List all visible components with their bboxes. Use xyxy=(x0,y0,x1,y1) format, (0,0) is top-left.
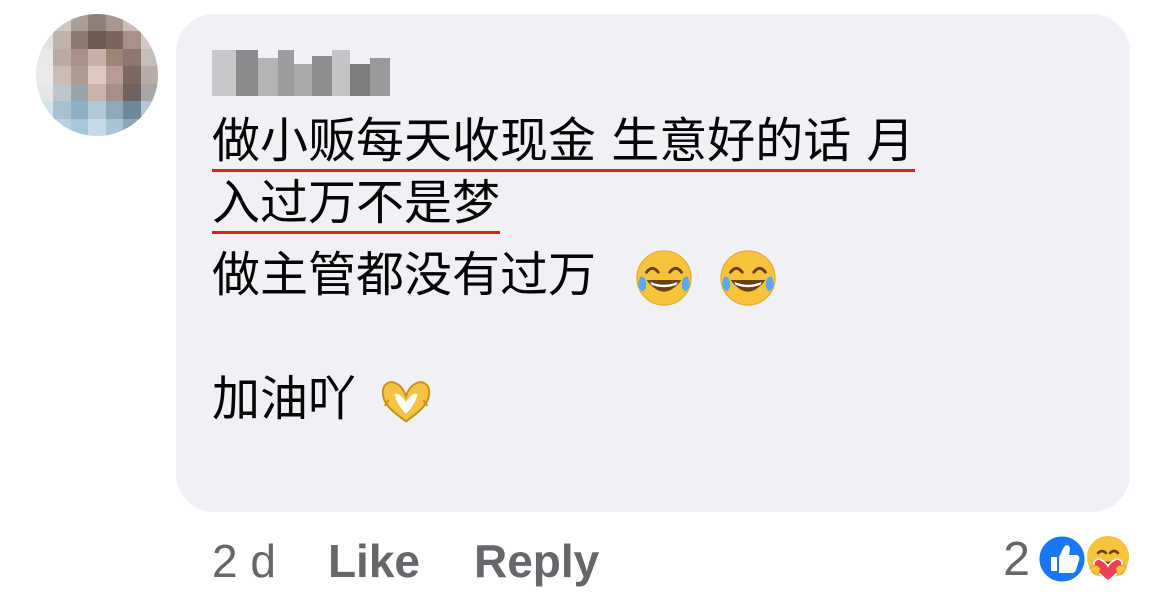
avatar-pixel xyxy=(140,14,158,33)
avatar-pixel xyxy=(123,66,142,85)
avatar-pixel xyxy=(70,48,90,68)
avatar-pixel xyxy=(53,48,72,68)
avatar-pixel xyxy=(123,31,142,50)
avatar-pixel xyxy=(140,66,158,85)
avatar-pixel xyxy=(105,83,125,103)
avatar-pixel xyxy=(36,66,55,85)
avatar-pixel xyxy=(36,83,55,103)
avatar-pixel xyxy=(53,31,72,50)
comment-line-text: 做主管都没有过万 xyxy=(212,247,597,303)
like-reaction-icon xyxy=(1036,533,1088,585)
reaction-count: 2 xyxy=(1003,532,1030,586)
avatar-pixel xyxy=(88,48,107,68)
avatar-pixel xyxy=(140,118,158,136)
joy-emoji xyxy=(633,247,695,309)
avatar-pixel xyxy=(140,48,158,68)
avatar-pixel xyxy=(105,101,125,120)
timestamp[interactable]: 2 d xyxy=(212,534,276,588)
avatar-pixel xyxy=(88,14,107,33)
avatar-pixel xyxy=(105,48,125,68)
author-name-pixel xyxy=(294,64,312,96)
reply-button[interactable]: Reply xyxy=(474,534,599,588)
avatar-pixel xyxy=(53,83,72,103)
avatar-pixel xyxy=(105,66,125,85)
heart-hands-emoji xyxy=(375,371,437,433)
avatar-pixel xyxy=(70,118,90,136)
joy-emoji xyxy=(717,247,779,309)
author-name-pixel xyxy=(370,58,390,96)
avatar-pixel xyxy=(105,31,125,50)
avatar-pixel xyxy=(88,31,107,50)
author-name-pixel xyxy=(312,56,332,96)
reactions-summary[interactable]: 2 xyxy=(1003,528,1134,590)
avatar-pixel xyxy=(105,14,125,33)
avatar-pixel xyxy=(53,66,72,85)
avatar-pixel xyxy=(70,31,90,50)
avatar-pixel xyxy=(53,101,72,120)
avatar-pixel xyxy=(36,14,55,33)
avatar-pixel xyxy=(70,66,90,85)
comment-actions: 2 d Like Reply xyxy=(212,530,653,592)
avatar-pixel xyxy=(88,83,107,103)
avatar-pixel xyxy=(140,101,158,120)
comment-line-text: 做小贩每天收现金 生意好的话 月 xyxy=(212,113,915,172)
avatar-pixel xyxy=(123,48,142,68)
avatar-pixel xyxy=(123,101,142,120)
avatar-pixel xyxy=(88,118,107,136)
avatar-pixel xyxy=(36,48,55,68)
comment-line: 做主管都没有过万 xyxy=(212,244,1112,306)
avatar-pixel xyxy=(70,14,90,33)
avatar[interactable] xyxy=(36,14,158,136)
avatar-pixel xyxy=(53,118,72,136)
avatar-pixel xyxy=(105,118,125,136)
author-name-pixel xyxy=(212,50,236,96)
comment-text: 做小贩每天收现金 生意好的话 月 入过万不是梦 做主管都没有过万 加油吖 xyxy=(212,110,1112,430)
avatar-pixel xyxy=(70,83,90,103)
avatar-pixel xyxy=(36,101,55,120)
avatar-pixel xyxy=(88,101,107,120)
avatar-pixel xyxy=(123,83,142,103)
avatar-pixel xyxy=(88,66,107,85)
avatar-pixel xyxy=(140,31,158,50)
comment-line: 加油吖 xyxy=(212,368,1112,430)
avatar-pixel xyxy=(123,14,142,33)
author-name-pixel xyxy=(332,50,350,96)
comment-line: 做小贩每天收现金 生意好的话 月 xyxy=(212,110,1112,172)
like-button[interactable]: Like xyxy=(328,534,420,588)
author-name-pixel xyxy=(258,58,278,96)
author-name-pixel xyxy=(278,50,294,96)
avatar-pixel xyxy=(36,31,55,50)
comment-line-text: 入过万不是梦 xyxy=(212,175,501,234)
author-name[interactable] xyxy=(212,50,392,96)
avatar-pixel xyxy=(123,118,142,136)
avatar-pixel xyxy=(70,101,90,120)
comment-line-text: 加油吖 xyxy=(212,371,357,427)
care-reaction-icon xyxy=(1082,533,1134,585)
avatar-pixel xyxy=(36,118,55,136)
comment-line: 入过万不是梦 xyxy=(212,172,1112,234)
avatar-pixel xyxy=(53,14,72,33)
avatar-pixel xyxy=(140,83,158,103)
author-name-pixel xyxy=(350,64,370,96)
author-name-pixel xyxy=(236,50,258,96)
